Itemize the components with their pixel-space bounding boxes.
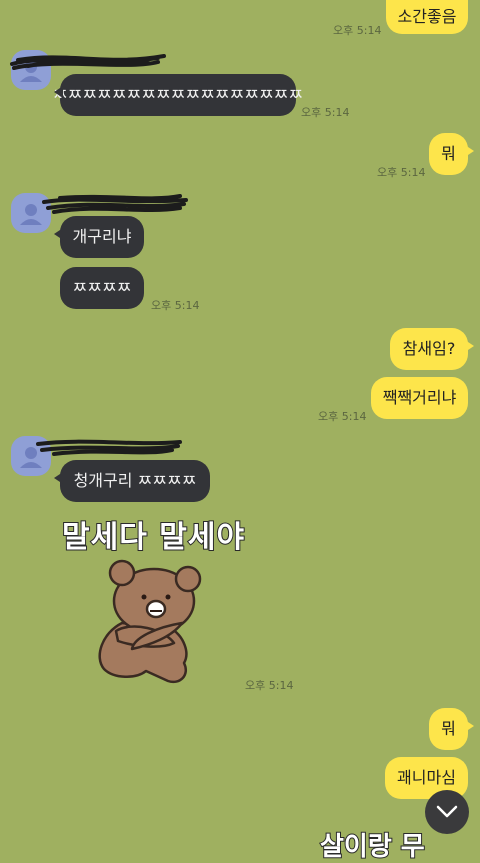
- my-message-bubble[interactable]: 참새임?: [390, 328, 474, 370]
- their-message-bubble[interactable]: ㅉㅉㅉㅉㅉㅉㅉㅉㅉㅉㅉㅉㅉㅉㅉㅉㅉ: [53, 74, 303, 116]
- redacted-name-scribble: [10, 54, 166, 70]
- redacted-name-scribble: [36, 439, 182, 456]
- my-message-bubble[interactable]: 짹짹거리냐: [371, 377, 468, 419]
- bear-sticker[interactable]: [92, 553, 212, 685]
- chat-log[interactable]: 오후 5:14 소간좋음 ㅉㅉㅉㅉㅉㅉㅉㅉㅉㅉㅉㅉㅉㅉㅉㅉㅉ 오후 5:14 오…: [0, 0, 480, 863]
- their-message-bubble[interactable]: 청개구리 ㅉㅉㅉㅉ: [54, 460, 210, 502]
- my-message-bubble[interactable]: 소간좋음: [386, 0, 468, 34]
- chevron-down-icon: [436, 805, 458, 818]
- message-time: 오후 5:14: [245, 679, 294, 692]
- their-message-bubble[interactable]: ㅉㅉㅉㅉ: [60, 267, 144, 309]
- my-message-bubble[interactable]: 뭐: [429, 708, 474, 750]
- partial-sticker-caption: 살이랑 무: [319, 831, 426, 863]
- scroll-to-bottom-button[interactable]: [425, 790, 469, 834]
- my-message-bubble[interactable]: 뭐: [429, 133, 474, 175]
- their-message-bubble[interactable]: 개구리냐: [54, 216, 144, 258]
- message-time: 오후 5:14: [377, 166, 426, 179]
- message-time: 오후 5:14: [151, 299, 200, 312]
- message-time: 오후 5:14: [318, 410, 367, 423]
- sticker-caption: 말세다 말세야: [61, 519, 246, 556]
- message-time: 오후 5:14: [301, 106, 350, 119]
- redacted-name-scribble: [42, 194, 188, 214]
- message-time: 오후 5:14: [333, 24, 382, 37]
